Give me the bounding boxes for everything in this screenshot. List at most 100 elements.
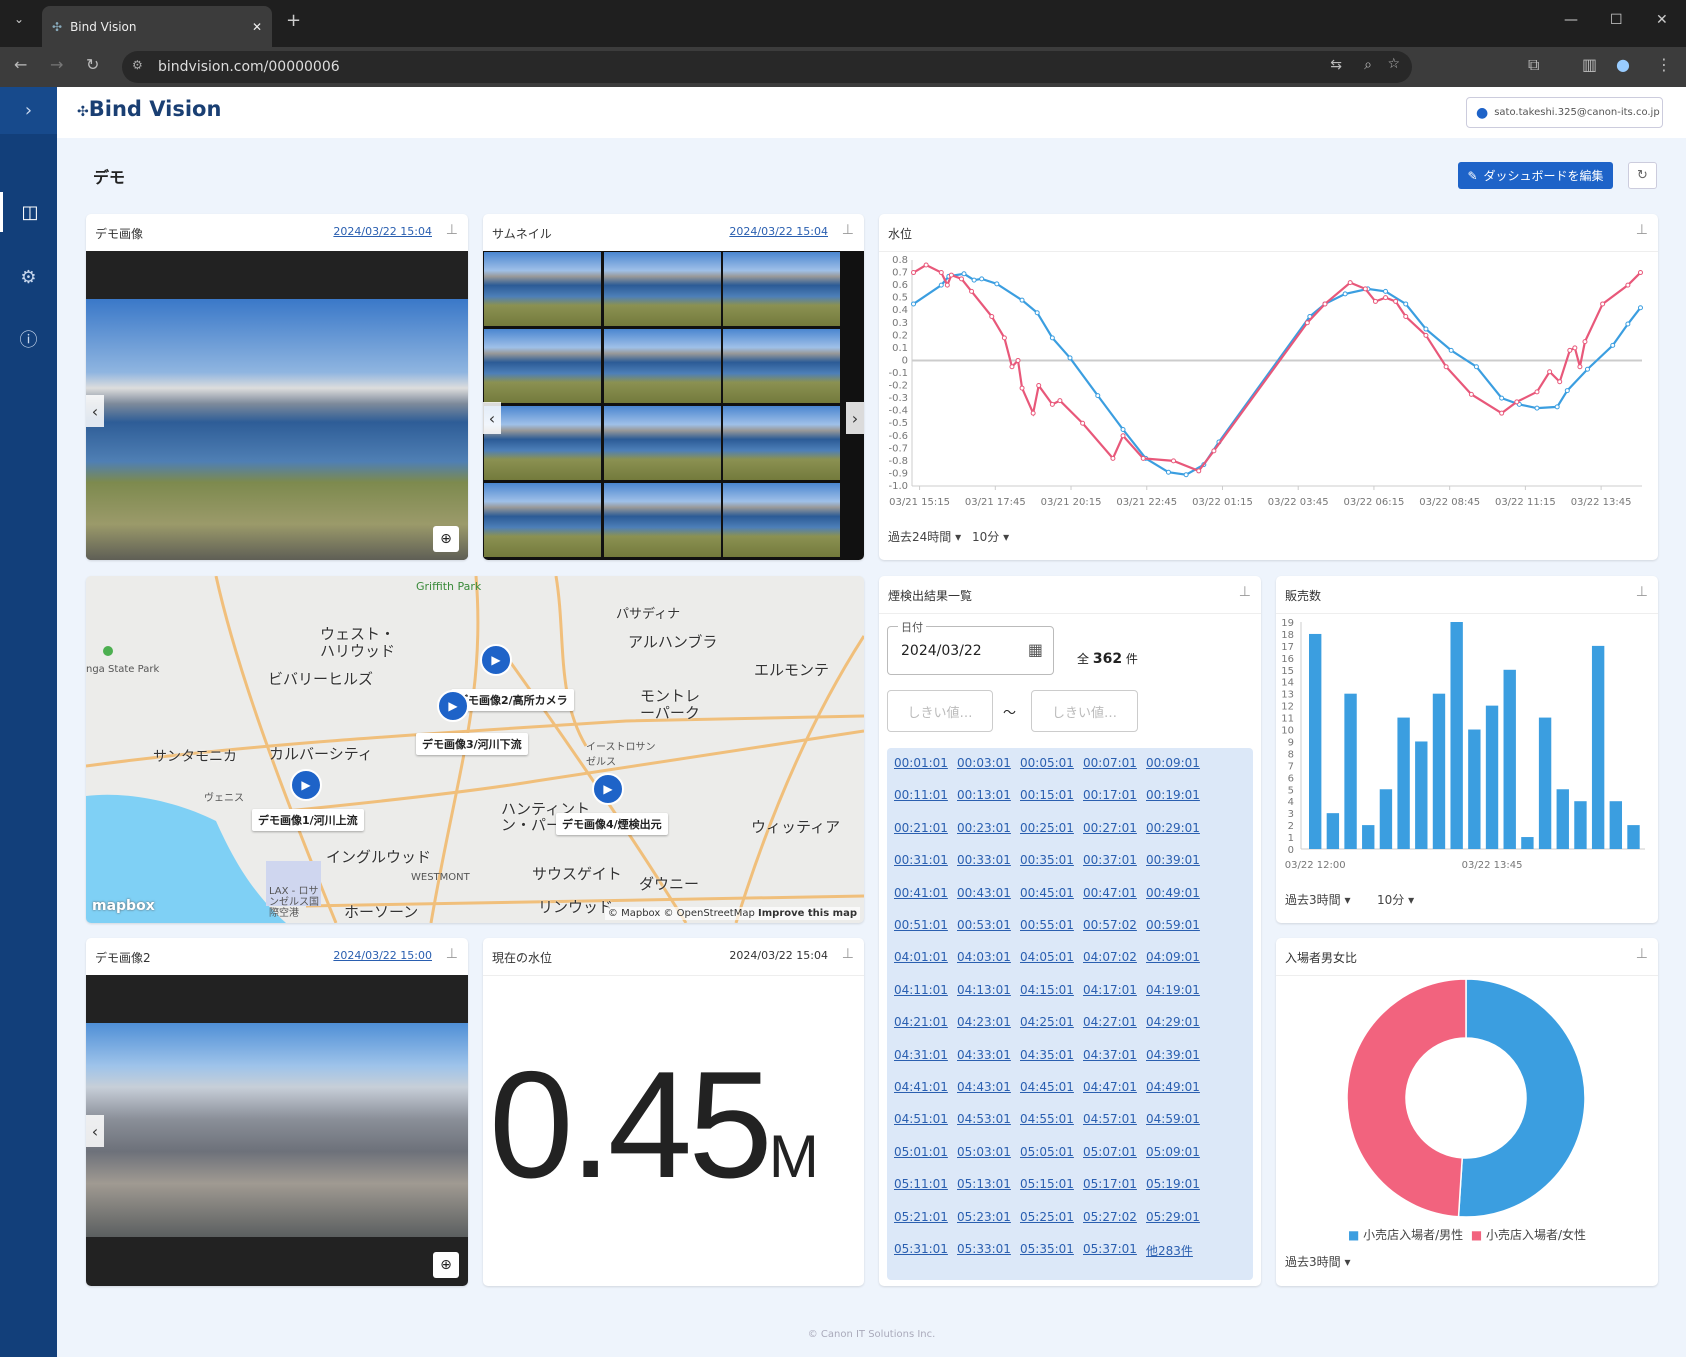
thumbnail-image[interactable] [722,405,841,481]
map-card[interactable]: Griffith Park パサディナ ウェスト・ハリウッド アルハンブラ ビバ… [86,576,864,923]
detection-time-link[interactable]: 05:27:02 [1083,1210,1137,1224]
detection-time-link[interactable]: 00:27:01 [1083,821,1137,835]
camera-marker-icon[interactable]: ▶ [480,644,512,676]
thumbnail-image[interactable] [602,482,722,558]
extensions-icon[interactable]: ⧉ [1528,55,1539,75]
detection-time-link[interactable]: 04:11:01 [894,983,948,997]
browser-tab[interactable]: ✣ Bind Vision ✕ [42,6,272,47]
side-panel-icon[interactable]: ▥ [1582,55,1597,74]
detection-time-link[interactable]: 04:09:01 [1146,950,1200,964]
detection-time-link[interactable]: 00:55:01 [1020,918,1074,932]
thumbnail-image[interactable] [602,405,722,481]
camera-marker-icon[interactable]: ▶ [437,690,469,722]
logo[interactable]: ✣Bind Vision [77,97,221,121]
detection-time-link[interactable]: 05:23:01 [957,1210,1011,1224]
legend-male[interactable]: 小売店入場者/男性 [1363,1228,1463,1242]
zoom-in-icon[interactable]: ⊕ [433,526,459,552]
url-field[interactable]: ⚙ bindvision.com/00000006 ⇆ ⌕ ☆ [122,51,1412,83]
image-date-link[interactable]: 2024/03/22 15:04 [333,225,432,238]
detection-time-link[interactable]: 00:37:01 [1083,853,1137,867]
detection-time-link[interactable]: 04:25:01 [1020,1015,1074,1029]
menu-icon[interactable]: ⋮ [1656,55,1672,74]
translate-icon[interactable]: ⇆ [1330,57,1342,73]
settings-gear-icon[interactable]: ⚙ [0,257,57,297]
detection-time-link[interactable]: 00:13:01 [957,788,1011,802]
thumbnail-date-link[interactable]: 2024/03/22 15:04 [729,225,828,238]
detection-time-link[interactable]: 00:25:01 [1020,821,1074,835]
range-dropdown[interactable]: 過去24時間 ▾ [888,528,961,545]
detection-time-link[interactable]: 04:17:01 [1083,983,1137,997]
minimize-icon[interactable]: — [1564,12,1578,28]
detection-time-link[interactable]: 04:55:01 [1020,1112,1074,1126]
thumbnail-image[interactable] [602,328,722,404]
bookmark-star-icon[interactable]: ☆ [1387,56,1400,72]
marker-label[interactable]: デモ画像2/高所カメラ [451,689,574,711]
next-page-arrow-icon[interactable]: › [846,402,864,434]
thumbnail-image[interactable] [722,482,841,558]
detection-time-link[interactable]: 05:07:01 [1083,1145,1137,1159]
thumbnail-image[interactable] [602,251,722,327]
detection-time-link[interactable]: 00:09:01 [1146,756,1200,770]
edit-dashboard-button[interactable]: ✎ ダッシュボードを編集 [1458,162,1613,189]
marker-label[interactable]: デモ画像1/河川上流 [252,809,364,831]
detection-time-link[interactable]: 00:43:01 [957,886,1011,900]
detection-time-link[interactable]: 04:45:01 [1020,1080,1074,1094]
thumbnail-image[interactable] [483,482,602,558]
help-icon[interactable]: ⓘ [0,319,57,359]
close-tab-icon[interactable]: ✕ [252,20,262,34]
attribution-link[interactable]: © Mapbox © OpenStreetMap [608,908,755,919]
pin-icon[interactable]: ⊥ [842,946,854,962]
detection-time-link[interactable]: 04:37:01 [1083,1048,1137,1062]
detection-time-link[interactable]: 04:21:01 [894,1015,948,1029]
reload-icon[interactable]: ↻ [86,55,99,74]
detection-time-link[interactable]: 00:01:01 [894,756,948,770]
detection-time-link[interactable]: 00:51:01 [894,918,948,932]
zoom-icon[interactable]: ⌕ [1364,57,1372,73]
detection-time-link[interactable]: 05:37:01 [1083,1242,1137,1256]
detection-time-link[interactable]: 04:49:01 [1146,1080,1200,1094]
range-dropdown[interactable]: 過去3時間 ▾ [1285,1253,1350,1270]
detection-time-link[interactable]: 04:31:01 [894,1048,948,1062]
dashboard-icon[interactable]: ◫ [0,192,57,232]
marker-label[interactable]: デモ画像3/河川下流 [416,733,528,755]
threshold-min-input[interactable]: しきい値… [887,690,993,732]
detection-time-link[interactable]: 05:33:01 [957,1242,1011,1256]
profile-icon[interactable]: ● [1616,55,1630,74]
pin-icon[interactable]: ⊥ [842,222,854,238]
maximize-icon[interactable]: ☐ [1610,12,1623,28]
prev-page-arrow-icon[interactable]: ‹ [483,402,501,434]
detection-time-link[interactable]: 05:03:01 [957,1145,1011,1159]
detection-time-link[interactable]: 05:21:01 [894,1210,948,1224]
detection-time-link[interactable]: 04:01:01 [894,950,948,964]
detection-time-link[interactable]: 04:51:01 [894,1112,948,1126]
detection-time-link[interactable]: 00:15:01 [1020,788,1074,802]
range-dropdown[interactable]: 過去3時間 ▾ [1285,891,1350,908]
detection-time-link[interactable]: 00:19:01 [1146,788,1200,802]
detection-time-link[interactable]: 04:29:01 [1146,1015,1200,1029]
detection-time-link[interactable]: 00:23:01 [957,821,1011,835]
detection-time-link[interactable]: 05:01:01 [894,1145,948,1159]
detection-time-link[interactable]: 04:27:01 [1083,1015,1137,1029]
detection-time-link[interactable]: 04:39:01 [1146,1048,1200,1062]
prev-image-arrow-icon[interactable]: ‹ [86,1115,104,1147]
detection-time-link[interactable]: 00:45:01 [1020,886,1074,900]
detection-time-link[interactable]: 04:59:01 [1146,1112,1200,1126]
site-info-icon[interactable]: ⚙ [132,58,143,72]
detection-time-link[interactable]: 05:05:01 [1020,1145,1074,1159]
detection-time-link[interactable]: 00:11:01 [894,788,948,802]
detection-time-link[interactable]: 00:53:01 [957,918,1011,932]
detection-time-link[interactable]: 00:05:01 [1020,756,1074,770]
detection-time-link[interactable]: 00:07:01 [1083,756,1137,770]
detection-time-link[interactable]: 04:57:01 [1083,1112,1137,1126]
detection-time-link[interactable]: 05:09:01 [1146,1145,1200,1159]
expand-sidebar-icon[interactable]: › [0,87,57,134]
detection-time-link[interactable]: 04:15:01 [1020,983,1074,997]
zoom-in-icon[interactable]: ⊕ [433,1252,459,1278]
refresh-button[interactable]: ↻ [1628,162,1657,189]
pin-icon[interactable]: ⊥ [446,222,458,238]
thumbnail-image[interactable] [483,251,602,327]
detection-time-link[interactable]: 05:11:01 [894,1177,948,1191]
image-date-link[interactable]: 2024/03/22 15:00 [333,949,432,962]
detection-time-link[interactable]: 04:07:02 [1083,950,1137,964]
detection-time-link[interactable]: 00:35:01 [1020,853,1074,867]
